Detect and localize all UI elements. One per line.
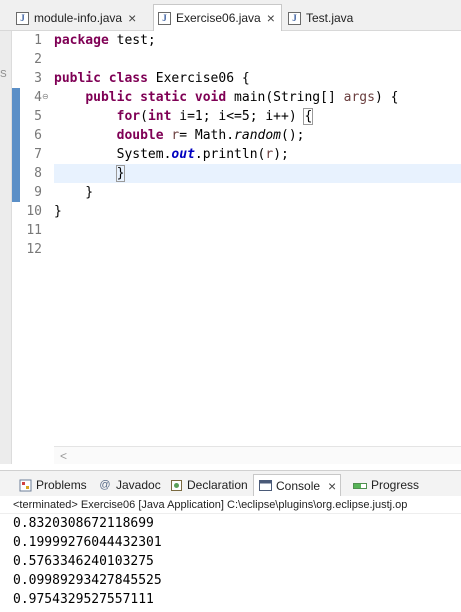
tab-test[interactable]: J Test.java [284, 5, 359, 31]
left-edge-strip [0, 31, 12, 464]
code-line-7: System.out.println(r); [116, 147, 289, 162]
console-line: 0.8320308672118699 [13, 516, 154, 531]
tab-label: Progress [371, 478, 420, 492]
code-editor[interactable]: S 1 2 3 4 5 6 7 8 9 10 11 12 ⊖ package t… [0, 31, 461, 464]
horizontal-scrollbar[interactable]: < [54, 446, 461, 464]
console-line: 0.9754329527557111 [13, 592, 154, 607]
console-line: 0.5763346240103275 [13, 554, 154, 569]
close-icon[interactable]: × [267, 11, 275, 25]
change-marker-bar [12, 88, 20, 202]
tab-console[interactable]: Console × [253, 474, 342, 496]
java-file-icon: J [288, 11, 301, 25]
problems-icon [18, 478, 32, 492]
declaration-icon [169, 478, 183, 492]
console-line: 0.09989293427845525 [13, 573, 162, 588]
close-icon[interactable]: × [328, 479, 336, 493]
java-file-icon: J [158, 11, 171, 25]
line-number: 11 [26, 223, 42, 238]
line-number: 3 [34, 71, 42, 86]
line-number: 12 [26, 242, 42, 257]
line-number: 1 [34, 33, 42, 48]
tab-label: module-info.java [34, 11, 123, 25]
code-line-5: for(int i=1; i<=5; i++) { [116, 108, 314, 125]
code-line-6: double r= Math.random(); [116, 128, 305, 143]
tab-progress[interactable]: Progress [349, 474, 423, 496]
tab-label: Declaration [187, 478, 248, 492]
editor-tab-bar: J module-info.java × J Exercise06.java ×… [0, 0, 461, 31]
java-file-icon: J [16, 11, 29, 25]
tab-javadoc[interactable]: @ Javadoc [94, 474, 165, 496]
code-text[interactable]: package test; public class Exercise06 { … [54, 31, 461, 441]
tab-label: Test.java [306, 11, 354, 25]
code-line-1: package test; [54, 33, 156, 48]
tab-exercise06[interactable]: J Exercise06.java × [153, 4, 282, 31]
line-number: 6 [34, 128, 42, 143]
matching-bracket: } [115, 165, 126, 182]
fold-collapse-icon[interactable]: ⊖ [42, 92, 49, 101]
javadoc-icon: @ [99, 479, 111, 491]
matching-bracket: { [303, 108, 314, 125]
tab-declaration[interactable]: Declaration [165, 474, 252, 496]
line-number: 5 [34, 109, 42, 124]
scroll-left-arrow-icon[interactable]: < [60, 449, 67, 463]
line-number: 8 [34, 166, 42, 181]
line-number: 2 [34, 52, 42, 67]
line-number: 4 [34, 90, 42, 105]
code-line-3: public class Exercise06 { [54, 71, 250, 86]
code-line-8: } [54, 164, 126, 183]
close-icon[interactable]: × [128, 11, 136, 25]
code-line-4: public static void main(String[] args) { [85, 90, 399, 105]
tab-module-info[interactable]: J module-info.java × [12, 5, 142, 31]
console-output[interactable]: 0.8320308672118699 0.19999276044432301 0… [0, 514, 461, 612]
tab-label: Javadoc [116, 478, 161, 492]
tab-label: Exercise06.java [176, 11, 261, 25]
progress-icon [353, 478, 367, 492]
line-number: 7 [34, 147, 42, 162]
tab-label: Problems [36, 478, 87, 492]
console-line: 0.19999276044432301 [13, 535, 162, 550]
console-status-header: <terminated> Exercise06 [Java Applicatio… [0, 496, 461, 514]
side-fragment-text: S [0, 69, 7, 80]
tab-label: Console [276, 478, 321, 493]
console-icon [258, 479, 272, 493]
code-line-9: } [54, 185, 94, 200]
bottom-panel-tab-bar: Problems @ Javadoc Declaration Console ×… [0, 470, 461, 496]
line-number: 9 [34, 185, 42, 200]
text-caret [124, 165, 126, 180]
line-number: 10 [26, 204, 42, 219]
tab-problems[interactable]: Problems [14, 474, 91, 496]
code-line-10: } [54, 204, 62, 219]
